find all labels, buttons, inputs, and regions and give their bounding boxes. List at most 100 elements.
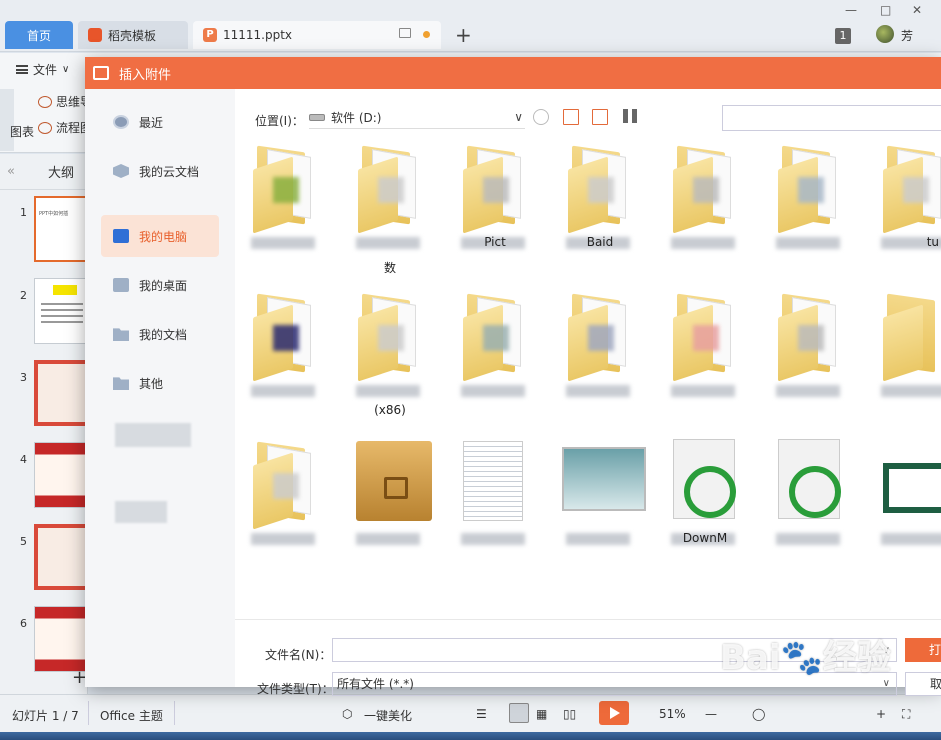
file-item[interactable]: DownM (659, 433, 751, 573)
blurred-sidebar-item[interactable] (115, 423, 191, 447)
file-menu-label: 文件 (33, 63, 58, 77)
filetype-value: 所有文件 (*.*) (337, 677, 414, 691)
sidebar-item-other[interactable]: 其他 (101, 362, 219, 404)
sidebar-item-label: 我的电脑 (139, 229, 188, 244)
slide-number: 2 (20, 289, 27, 302)
collapse-arrows-icon[interactable]: « (0, 164, 22, 179)
slide-number: 4 (20, 453, 27, 466)
sidebar-item-recent[interactable]: 最近 (101, 101, 219, 143)
slide-panel: « 大纲 1 PPT中如何插 2 3 4 5 6 + (0, 154, 90, 694)
slide-thumb-2[interactable] (34, 278, 90, 344)
zoom-level[interactable]: 51% (659, 707, 686, 721)
sidebar-item-documents[interactable]: 我的文档 (101, 313, 219, 355)
folder-up-icon[interactable] (563, 109, 579, 125)
beautify-icon[interactable]: ⬡ (342, 707, 352, 721)
file-item[interactable] (764, 137, 856, 277)
location-select[interactable]: 软件 (D:) ∨ (309, 107, 525, 129)
monitor-icon[interactable] (399, 28, 411, 38)
file-item[interactable] (344, 433, 436, 573)
new-tab-button[interactable]: + (455, 25, 472, 45)
chart-label[interactable]: 图表 (10, 123, 34, 140)
outline-tab[interactable]: 大纲 (48, 162, 74, 181)
dialog-titlebar: 插入附件 (85, 57, 941, 89)
file-item[interactable]: Pict (449, 137, 541, 277)
normal-view-button[interactable] (509, 703, 529, 723)
tab-template-label: 稻壳模板 (108, 28, 157, 43)
blurred-label (461, 385, 525, 397)
file-item[interactable] (869, 433, 941, 573)
file-item[interactable] (659, 285, 751, 425)
filetype-label: 文件类型(T)： (257, 682, 334, 696)
file-item[interactable] (239, 285, 331, 425)
tab-home[interactable]: 首页 (5, 21, 73, 49)
file-item[interactable] (239, 433, 331, 573)
sidebar-item-computer[interactable]: 我的电脑 (101, 215, 219, 257)
fit-window-icon[interactable]: ⛶ (902, 707, 910, 722)
file-item[interactable] (764, 433, 856, 573)
file-item[interactable] (554, 285, 646, 425)
maximize-button[interactable]: □ (880, 3, 891, 17)
search-input[interactable] (722, 105, 941, 131)
file-item[interactable] (449, 285, 541, 425)
mindmap-button[interactable]: 思维导 (38, 93, 92, 110)
close-window-button[interactable]: ✕ (912, 3, 922, 17)
slide-thumb-3[interactable] (34, 360, 90, 426)
file-item[interactable] (659, 137, 751, 277)
avatar[interactable] (876, 25, 894, 43)
file-menu[interactable]: 文件 ∨ (16, 61, 69, 78)
blurred-label (671, 385, 735, 397)
file-item[interactable]: Baid (554, 137, 646, 277)
sidebar-item-cloud[interactable]: 我的云文档 (101, 150, 219, 192)
file-item[interactable] (554, 433, 646, 573)
folder-icon (113, 377, 129, 390)
username[interactable]: 芳 (901, 27, 913, 44)
folder-icon (568, 143, 636, 234)
slide-thumb-6[interactable] (34, 606, 90, 672)
view-mode-icon[interactable] (623, 109, 637, 123)
baidu-watermark: Bai🐾经验 (720, 630, 891, 679)
zoom-in-button[interactable]: + (876, 707, 886, 721)
blurred-label (356, 237, 420, 249)
location-value: 软件 (D:) (331, 111, 382, 125)
new-folder-icon[interactable] (592, 109, 608, 125)
tab-document[interactable]: P 11111.pptx (193, 21, 441, 49)
blurred-sidebar-item[interactable] (115, 501, 167, 523)
blurred-label (776, 533, 840, 545)
minimize-button[interactable]: — (845, 3, 857, 17)
dialog-sidebar: 最近 我的云文档 我的电脑 我的桌面 我的文档 其他 (85, 89, 235, 687)
desktop-icon (113, 278, 129, 292)
file-item[interactable] (449, 433, 541, 573)
sorter-view-icon[interactable]: ▦ (536, 707, 547, 721)
reading-view-icon[interactable]: ▯▯ (563, 707, 576, 721)
back-icon[interactable] (533, 109, 549, 125)
ribbon-collapse-strip[interactable] (0, 89, 14, 151)
chevron-down-icon: ∨ (514, 110, 523, 124)
blurred-label (251, 385, 315, 397)
file-item[interactable] (764, 285, 856, 425)
slide-thumb-4[interactable] (34, 442, 90, 508)
file-item[interactable] (239, 137, 331, 277)
zoom-slider[interactable]: ◯ (752, 707, 765, 721)
file-label: (x86) (374, 403, 406, 417)
window-count-badge[interactable]: 1 (835, 28, 851, 44)
zoom-out-button[interactable]: — (705, 707, 717, 721)
notes-icon[interactable]: ☰ (476, 707, 487, 721)
file-item[interactable]: (x86) (344, 285, 436, 425)
flowchart-button[interactable]: 流程图 (38, 119, 92, 136)
beautify-button[interactable]: 一键美化 (364, 707, 412, 724)
tab-template[interactable]: 稻壳模板 (78, 21, 188, 49)
theme-name[interactable]: Office 主题 (100, 707, 163, 724)
open-button[interactable]: 打 (905, 638, 941, 662)
file-item[interactable] (869, 285, 941, 425)
file-item[interactable]: 数 (344, 137, 436, 277)
sidebar-item-desktop[interactable]: 我的桌面 (101, 264, 219, 306)
slide-thumb-1[interactable]: PPT中如何插 (34, 196, 90, 262)
folder-icon (568, 291, 636, 382)
cancel-button[interactable]: 取 (905, 672, 941, 696)
ppt-file-icon: P (203, 28, 217, 42)
play-slideshow-button[interactable] (599, 701, 629, 725)
status-bar: 幻灯片 1 / 7 Office 主题 ⬡ 一键美化 ☰ ▦ ▯▯ 51% — … (0, 694, 941, 732)
divider (235, 619, 941, 620)
file-item[interactable]: tu (869, 137, 941, 277)
slide-thumb-5[interactable] (34, 524, 90, 590)
